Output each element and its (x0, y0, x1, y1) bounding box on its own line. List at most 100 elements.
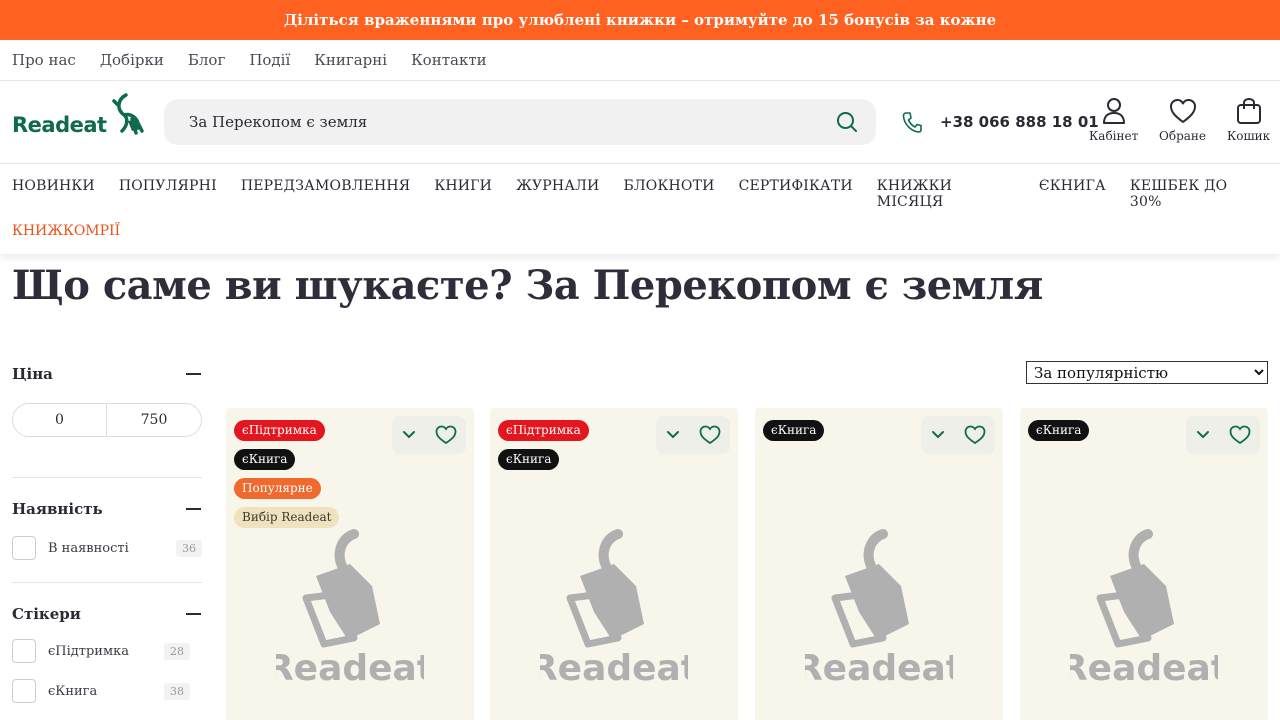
card-actions (1186, 416, 1260, 454)
card-actions (392, 416, 466, 454)
nav-link-about[interactable]: Про нас (12, 51, 76, 69)
filter-divider (12, 582, 202, 583)
logo[interactable]: Readeat (12, 91, 144, 137)
placeholder-text: Readeat (540, 648, 688, 688)
nav-link-contacts[interactable]: Контакти (411, 51, 487, 69)
product-card[interactable]: єКнига Readeat (1020, 408, 1268, 720)
badge-list: єПідтримка єКнига Популярне Вибір Readea… (234, 420, 340, 528)
product-card[interactable]: єПідтримка єКнига Readeat (490, 408, 738, 720)
phone-icon (902, 112, 922, 133)
badge-ebook: єКнига (234, 449, 296, 470)
chevron-down-icon[interactable] (1196, 430, 1210, 440)
category-certificates[interactable]: СЕРТИФІКАТИ (739, 178, 853, 210)
book-placeholder-image: Readeat (276, 529, 424, 688)
filter-availability-title: Наявність (12, 500, 103, 518)
category-popular[interactable]: ПОПУЛЯРНІ (119, 178, 217, 210)
badge-esupport: єПідтримка (498, 420, 589, 441)
filter-availability-header[interactable]: Наявність (12, 490, 202, 528)
badge-readeat-choice: Вибір Readeat (234, 507, 340, 528)
filter-option-in-stock[interactable]: В наявності 36 (12, 536, 202, 560)
product-card[interactable]: єКнига Readeat (755, 408, 1003, 720)
filter-option-ebook[interactable]: єКнига 38 (12, 679, 202, 703)
heart-icon[interactable] (435, 425, 457, 445)
phone-contact[interactable]: +38 066 888 18 01 (902, 111, 1099, 133)
chevron-down-icon[interactable] (402, 430, 416, 440)
nav-link-events[interactable]: Події (249, 51, 290, 69)
cart-button[interactable]: Кошик (1227, 97, 1270, 143)
category-bookdreams[interactable]: КНИЖКОМРІЇ (12, 223, 120, 239)
top-nav: Про нас Добірки Блог Події Книгарні Конт… (0, 40, 1280, 81)
site-header: Readeat +38 066 888 18 01 Кабінет Обране (0, 81, 1280, 164)
filter-option-label: єКнига (48, 683, 98, 699)
promo-banner[interactable]: Діліться враженнями про улюблені книжки … (0, 0, 1280, 40)
promo-text: Діліться враженнями про улюблені книжки … (283, 11, 997, 29)
category-notebooks[interactable]: БЛОКНОТИ (623, 178, 714, 210)
category-new[interactable]: НОВИНКИ (12, 178, 95, 210)
product-card[interactable]: єПідтримка єКнига Популярне Вибір Readea… (226, 408, 474, 720)
nav-link-bookstores[interactable]: Книгарні (314, 51, 387, 69)
bag-icon (1236, 97, 1261, 124)
account-label: Кабінет (1089, 129, 1139, 143)
category-nav: НОВИНКИ ПОПУЛЯРНІ ПЕРЕДЗАМОВЛЕННЯ КНИГИ … (0, 164, 1280, 254)
book-placeholder-image: Readeat (1070, 529, 1218, 688)
badge-ebook: єКнига (763, 420, 825, 441)
filter-option-count: 36 (176, 539, 202, 557)
category-books-of-month[interactable]: КНИЖКИ МІСЯЦЯ (877, 178, 1015, 210)
filter-option-label: єПідтримка (48, 643, 129, 659)
category-preorder[interactable]: ПЕРЕДЗАМОВЛЕННЯ (241, 178, 411, 210)
nav-link-blog[interactable]: Блог (188, 51, 225, 69)
filter-option-label: В наявності (48, 540, 129, 556)
favorites-button[interactable]: Обране (1159, 97, 1206, 143)
price-min-input[interactable] (13, 404, 107, 436)
logo-text: Readeat (12, 113, 107, 137)
filter-price-header[interactable]: Ціна (12, 355, 202, 393)
book-placeholder-image: Readeat (540, 529, 688, 688)
collapse-minus-icon[interactable] (186, 508, 201, 510)
heart-icon (1169, 99, 1196, 123)
search-input[interactable] (189, 113, 809, 131)
sort-select[interactable]: За популярністю (1026, 361, 1268, 384)
placeholder-text: Readeat (805, 648, 953, 688)
category-magazines[interactable]: ЖУРНАЛИ (516, 178, 599, 210)
badge-popular: Популярне (234, 478, 321, 499)
chevron-down-icon[interactable] (666, 430, 680, 440)
heart-icon[interactable] (1229, 425, 1251, 445)
filter-option-esupport[interactable]: єПідтримка 28 (12, 639, 202, 663)
page-title: Що саме ви шукаєте? За Перекопом є земля (12, 262, 1043, 309)
badge-ebook: єКнига (498, 449, 560, 470)
filter-option-count: 38 (164, 682, 190, 700)
badge-list: єКнига (1028, 420, 1090, 441)
card-actions (656, 416, 730, 454)
checkbox[interactable] (12, 679, 36, 703)
category-cashback[interactable]: КЕШБЕК ДО 30% (1130, 178, 1256, 210)
favorites-label: Обране (1159, 129, 1206, 143)
price-range (12, 403, 202, 437)
filter-divider (12, 477, 202, 478)
checkbox[interactable] (12, 536, 36, 560)
badge-list: єПідтримка єКнига (498, 420, 589, 470)
checkbox[interactable] (12, 639, 36, 663)
collapse-minus-icon[interactable] (186, 613, 201, 615)
badge-ebook: єКнига (1028, 420, 1090, 441)
nav-link-collections[interactable]: Добірки (100, 51, 164, 69)
placeholder-text: Readeat (1070, 648, 1218, 688)
category-ebook[interactable]: ЄКНИГА (1039, 178, 1106, 210)
logo-cat-icon (112, 93, 144, 135)
heart-icon[interactable] (964, 425, 986, 445)
collapse-minus-icon[interactable] (186, 373, 201, 375)
chevron-down-icon[interactable] (931, 430, 945, 440)
filter-price-title: Ціна (12, 365, 53, 383)
book-placeholder-image: Readeat (805, 529, 953, 688)
filters-sidebar: Ціна Наявність В наявності 36 Стікери єП… (12, 355, 202, 703)
price-max-input[interactable] (107, 404, 201, 436)
search-icon[interactable] (836, 111, 858, 133)
cart-label: Кошик (1227, 129, 1271, 143)
filter-option-count: 28 (164, 642, 190, 660)
placeholder-text: Readeat (276, 648, 424, 688)
filter-stickers-header[interactable]: Стікери (12, 595, 202, 633)
card-actions (921, 416, 995, 454)
filter-stickers-title: Стікери (12, 605, 81, 623)
heart-icon[interactable] (699, 425, 721, 445)
category-books[interactable]: КНИГИ (434, 178, 492, 210)
account-button[interactable]: Кабінет (1089, 97, 1138, 143)
